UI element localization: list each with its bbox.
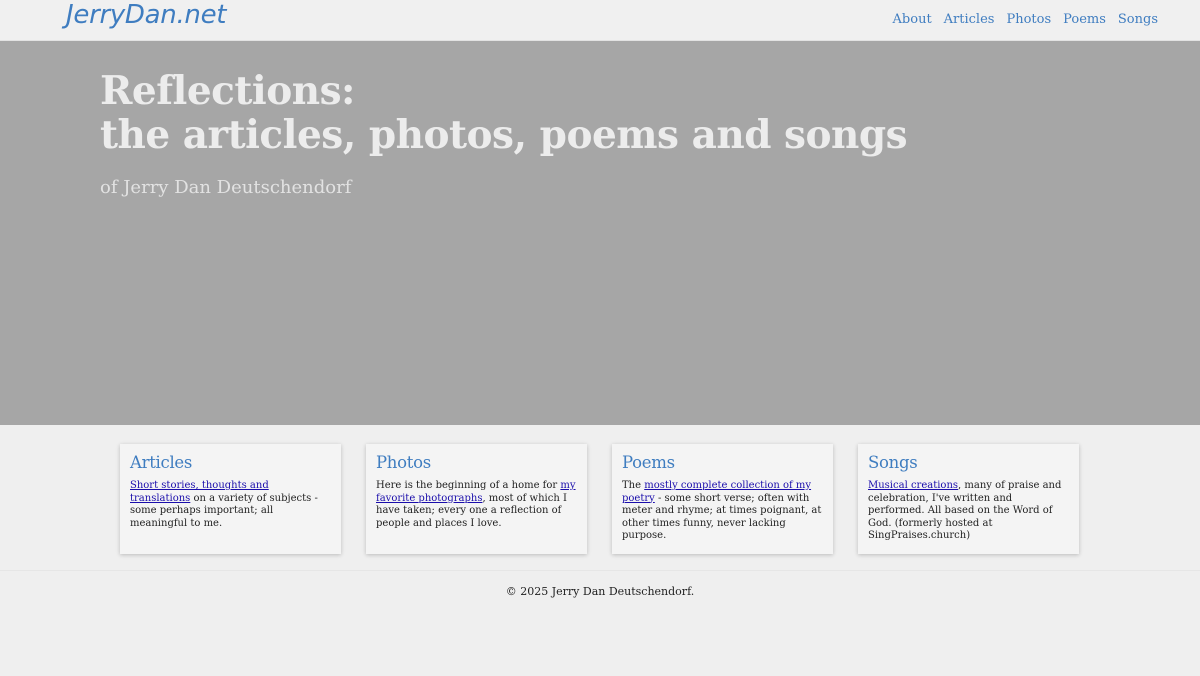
top-navbar: JerryDan.net About Articles Photos Poems… — [0, 0, 1200, 41]
card-songs: Songs Musical creations, many of praise … — [858, 444, 1079, 554]
main-nav: About Articles Photos Poems Songs — [893, 12, 1158, 27]
hero-subtitle: of Jerry Dan Deutschendorf — [100, 177, 352, 198]
card-description: Short stories, thoughts and translations… — [130, 480, 331, 530]
hero-title-line-1: Reflections: — [100, 68, 355, 114]
card-title: Articles — [130, 453, 193, 472]
hero-banner: Reflections: the articles, photos, poems… — [0, 41, 1200, 425]
card-description: Here is the beginning of a home for my f… — [376, 480, 577, 530]
site-logo-link[interactable]: JerryDan.net — [66, 0, 227, 30]
card-text-before: Here is the beginning of a home for — [376, 480, 561, 491]
nav-link-articles[interactable]: Articles — [944, 12, 995, 27]
card-description: The mostly complete collection of my poe… — [622, 480, 823, 543]
card-text-before: The — [622, 480, 645, 491]
hero-title-line-2: the articles, photos, poems and songs — [100, 112, 908, 158]
nav-link-poems[interactable]: Poems — [1063, 12, 1106, 27]
nav-link-songs[interactable]: Songs — [1118, 12, 1158, 27]
card-description: Musical creations, many of praise and ce… — [868, 480, 1069, 543]
copyright-text: © 2025 Jerry Dan Deutschendorf. — [505, 585, 695, 598]
card-title: Poems — [622, 453, 675, 472]
card-link-songs[interactable]: Musical creations — [868, 480, 958, 491]
card-poems: Poems The mostly complete collection of … — [612, 444, 833, 554]
card-photos: Photos Here is the beginning of a home f… — [366, 444, 587, 554]
card-title: Songs — [868, 453, 918, 472]
nav-link-about[interactable]: About — [893, 12, 932, 27]
hero-title: Reflections: the articles, photos, poems… — [100, 68, 908, 158]
page-footer: © 2025 Jerry Dan Deutschendorf. — [0, 570, 1200, 676]
card-title: Photos — [376, 453, 431, 472]
nav-link-photos[interactable]: Photos — [1006, 12, 1051, 27]
section-cards: Articles Short stories, thoughts and tra… — [120, 444, 1079, 554]
card-articles: Articles Short stories, thoughts and tra… — [120, 444, 341, 554]
